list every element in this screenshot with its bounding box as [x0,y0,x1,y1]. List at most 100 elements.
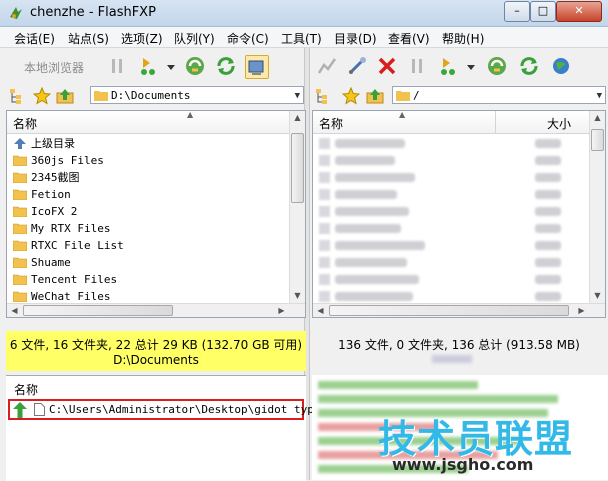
folder-icon [13,257,27,268]
queue-item[interactable]: C:\Users\Administrator\Desktop\gidot typ… [8,399,327,420]
remote-refresh-icon[interactable] [518,55,540,77]
upload-arrow-icon [13,402,27,418]
queue-item-path: C:\Users\Administrator\Desktop\gidot typ… [49,403,328,416]
blurred-file-size [535,156,561,165]
parent-directory-row[interactable]: 上级目录 [9,135,291,152]
menu-tools[interactable]: 工具(T) [281,30,322,47]
blurred-file-icon [319,291,330,302]
local-vertical-scrollbar[interactable]: ▲ ▼ [289,111,305,317]
disconnect-icon[interactable] [376,55,398,77]
favorites-star-icon[interactable] [33,87,51,105]
chevron-down-icon[interactable]: ▼ [295,87,300,105]
menu-bar: 会话(E) 站点(S) 选项(Z) 队列(Y) 命令(C) 工具(T) 目录(D… [0,27,608,48]
chevron-down-icon[interactable] [160,55,175,77]
folder-name: My RTX Files [31,222,111,235]
folder-row[interactable]: Fetion [9,186,291,203]
menu-options[interactable]: 选项(Z) [121,30,163,47]
sync-browse-icon[interactable] [184,55,206,77]
menu-session[interactable]: 会话(E) [14,30,55,47]
title-bar[interactable]: chenzhe - FlashFXP – □ ✕ [0,0,608,27]
folder-row[interactable]: 360js Files [9,152,291,169]
remote-column-header[interactable]: 名称 ▲ 大小 [313,111,605,134]
folder-row[interactable]: My RTX Files [9,220,291,237]
watermark-url: www.jsgho.com [392,455,534,474]
local-path-dropdown[interactable]: D:\Documents ▼ [90,86,304,104]
blurred-file-icon [319,189,330,200]
toolbar-remote [310,48,608,82]
pause-icon[interactable] [106,55,128,77]
remote-pause-icon[interactable] [406,55,428,77]
remote-parent-folder-icon[interactable] [366,87,384,105]
folder-name: 2345截图 [31,171,80,184]
folder-row[interactable]: 2345截图 [9,169,291,186]
menu-commands[interactable]: 命令(C) [227,30,269,47]
blurred-file-name [335,275,419,284]
transfer-queue[interactable]: 名称 C:\Users\Administrator\Desktop\gidot … [6,375,327,481]
maximize-button[interactable]: □ [530,1,556,22]
minimize-button[interactable]: – [504,1,530,22]
remote-status-bar: 136 文件, 0 文件夹, 136 总计 (913.58 MB) [312,331,606,371]
flashfxp-app-icon [8,5,24,21]
scroll-thumb[interactable] [329,305,569,316]
remote-directory-tree-icon[interactable] [314,87,332,105]
name-column-label: 名称 [319,117,344,131]
menu-help[interactable]: 帮助(H) [442,30,484,47]
local-panel-toggle-icon[interactable] [245,55,269,79]
blurred-file-name [335,190,397,199]
folder-icon [13,240,27,251]
parent-folder-icon[interactable] [56,87,74,105]
blurred-file-icon [319,257,330,268]
remote-status-blurred [432,355,472,363]
local-horizontal-scrollbar[interactable]: ◀ ▶ [7,303,305,317]
refresh-icon[interactable] [215,55,237,77]
menu-directory[interactable]: 目录(D) [334,30,377,47]
folder-row[interactable]: Tencent Files [9,271,291,288]
scroll-thumb[interactable] [23,305,173,316]
remote-favorites-star-icon[interactable] [342,87,360,105]
menu-queue[interactable]: 队列(Y) [174,30,215,47]
menu-view[interactable]: 查看(V) [388,30,430,47]
folder-row[interactable]: IcoFX 2 [9,203,291,220]
scroll-down-icon[interactable]: ▼ [290,289,305,303]
close-button[interactable]: ✕ [556,1,602,22]
scroll-up-icon[interactable]: ▲ [290,111,305,125]
chevron-down-icon[interactable]: ▼ [597,87,602,105]
remote-file-list[interactable]: 名称 ▲ 大小 ▲ ▼ ◀ ▶ [312,110,606,318]
folder-row[interactable]: RTXC File List [9,237,291,254]
scroll-down-icon[interactable]: ▼ [590,289,605,303]
scroll-right-icon[interactable]: ▶ [574,304,589,317]
scroll-left-icon[interactable]: ◀ [313,304,328,317]
folder-icon [13,223,27,234]
scroll-thumb[interactable] [591,129,604,151]
remote-transfer-queue-icon[interactable] [438,55,460,77]
local-name-column-header[interactable]: 名称 ▲ [7,111,305,134]
menu-sites[interactable]: 站点(S) [68,30,109,47]
folder-row[interactable]: Shuame [9,254,291,271]
remote-status-summary: 136 文件, 0 文件夹, 136 总计 (913.58 MB) [338,338,580,352]
remote-sync-browse-icon[interactable] [486,55,508,77]
globe-icon[interactable] [550,55,572,77]
local-path-text: D:\Documents [111,89,191,102]
blurred-file-size [535,139,561,148]
remote-horizontal-scrollbar[interactable]: ◀ ▶ [313,303,605,317]
queue-column-header: 名称 [6,378,306,397]
transfer-queue-icon[interactable] [138,55,160,77]
quick-connect-icon[interactable] [346,55,368,77]
local-path-bar: D:\Documents ▼ [0,84,304,108]
chevron-down-icon[interactable] [460,55,475,77]
local-file-list[interactable]: 名称 ▲ 上级目录 360js Files 2345截图 Fetion IcoFX 2… [6,110,306,318]
sort-arrow-icon: ▲ [187,110,194,119]
directory-tree-icon[interactable] [8,87,26,105]
folder-icon [13,172,27,183]
parent-directory-label: 上级目录 [31,137,75,150]
remote-path-dropdown[interactable]: / ▼ [392,86,606,104]
window-title: chenzhe - FlashFXP [30,5,156,20]
connect-icon[interactable] [316,55,338,77]
scroll-up-icon[interactable]: ▲ [590,111,605,125]
local-browser-button[interactable]: 本地浏览器 [24,59,84,76]
scroll-right-icon[interactable]: ▶ [274,304,289,317]
folder-name: Shuame [31,256,71,269]
scroll-left-icon[interactable]: ◀ [7,304,22,317]
remote-vertical-scrollbar[interactable]: ▲ ▼ [589,111,605,317]
scroll-thumb[interactable] [291,133,304,203]
